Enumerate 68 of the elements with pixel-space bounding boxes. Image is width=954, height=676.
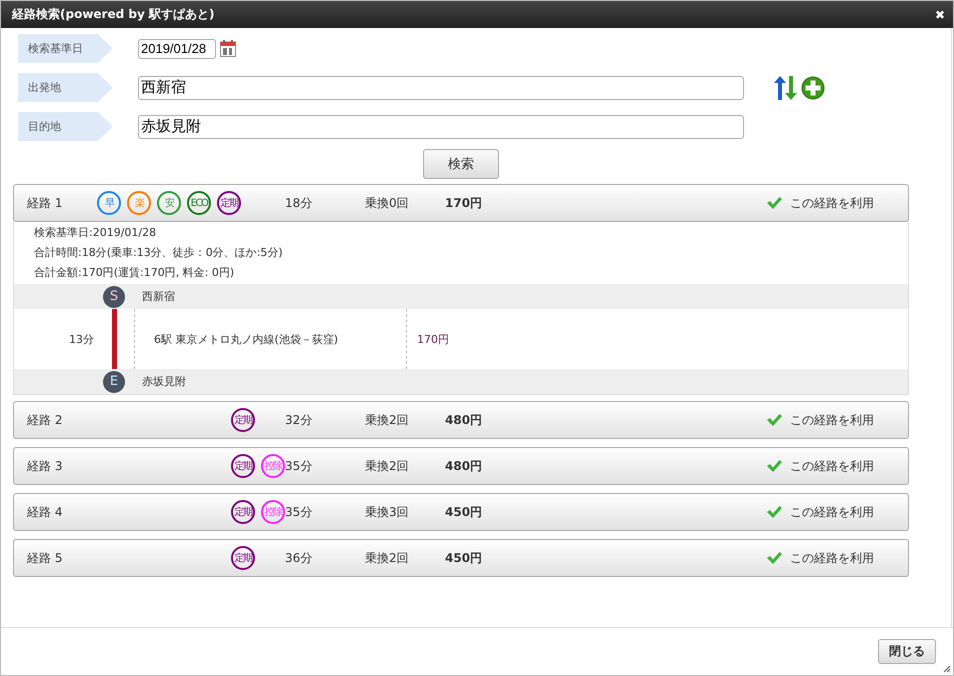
check-icon (767, 506, 782, 518)
calendar-icon[interactable] (220, 40, 236, 57)
check-icon (767, 552, 782, 564)
route-header[interactable]: 経路 1 早 楽 安 ECO 定期 18分 乗換0回 170円 この経路を利用 (13, 184, 909, 222)
route-name: 経路 1 (27, 194, 64, 212)
use-route-button[interactable]: この経路を利用 (767, 458, 874, 474)
route-header[interactable]: 経路 2 定期 32分 乗換2回 480円 この経路を利用 (13, 401, 909, 439)
route-time: 36分 (285, 550, 314, 566)
station-field[interactable]: 赤坂見附 (138, 114, 744, 138)
route-fare: 480円 (445, 458, 484, 474)
field-label: 検索基準日 (18, 34, 113, 63)
swap-arrows-icon[interactable] (774, 76, 797, 100)
route-fare: 170円 (445, 194, 484, 212)
transfer-count: 乗換2回 (365, 412, 410, 428)
route-tag: 定期 (231, 408, 255, 432)
route-name: 経路 2 (27, 412, 64, 428)
route-fare: 480円 (445, 412, 484, 428)
route-tag: 定期 (231, 546, 255, 570)
route-tag: 定期 (231, 500, 255, 524)
station-name: 赤坂見附 (142, 374, 186, 389)
transfer-count: 乗換2回 (365, 550, 410, 566)
route-header[interactable]: 経路 4 定期 控除 35分 乗換3回 450円 この経路を利用 (13, 493, 909, 531)
station-field[interactable]: 西新宿 (138, 76, 744, 100)
transfer-count: 乗換0回 (365, 194, 410, 212)
summary-line: 検索基準日:2019/01/28 (33, 225, 158, 241)
transfer-count: 乗換3回 (365, 504, 410, 520)
route-tag: 楽 (127, 191, 151, 215)
start-marker: S (103, 286, 125, 308)
route-tag: ECO (187, 191, 211, 215)
station-name: 西新宿 (142, 289, 175, 304)
route-fare: 450円 (445, 504, 484, 520)
end-marker: E (103, 370, 125, 392)
close-button[interactable]: ✖ (934, 8, 945, 22)
route-time: 35分 (285, 458, 314, 474)
date-field[interactable]: 2019/01/28 (138, 38, 216, 58)
check-icon (767, 197, 782, 209)
search-button[interactable]: 検索 (423, 149, 499, 179)
route-time: 18分 (285, 194, 314, 212)
add-icon[interactable] (801, 76, 825, 100)
check-icon (767, 414, 782, 426)
route-name: 経路 5 (27, 550, 64, 566)
check-icon (767, 460, 782, 472)
route-tag: 控除 (261, 500, 285, 524)
transfer-count: 乗換2回 (365, 458, 410, 474)
summary-line: 合計金額:170円(運賃:170円, 料金: 0円) (33, 265, 236, 281)
route-fare: 450円 (445, 550, 484, 566)
route-time: 32分 (285, 412, 314, 428)
use-route-button[interactable]: この経路を利用 (767, 412, 874, 428)
route-header[interactable]: 経路 3 定期 控除 35分 乗換2回 480円 この経路を利用 (13, 447, 909, 485)
field-label: 目的地 (18, 112, 113, 141)
route-name: 経路 4 (27, 504, 64, 520)
window-title: 経路検索(powered by 駅すぱあと) (12, 6, 214, 23)
close-dialog-button[interactable]: 閉じる (878, 639, 936, 664)
use-route-button[interactable]: この経路を利用 (767, 194, 874, 212)
use-route-button[interactable]: この経路を利用 (767, 550, 874, 566)
route-tag: 安 (157, 191, 181, 215)
resize-grip-icon[interactable] (943, 665, 951, 673)
route-time: 35分 (285, 504, 314, 520)
route-name: 経路 3 (27, 458, 64, 474)
use-route-button[interactable]: この経路を利用 (767, 504, 874, 520)
route-tag: 早 (97, 191, 121, 215)
summary-line: 合計時間:18分(乗車:13分、徒歩：0分、ほか:5分) (33, 245, 284, 261)
field-label: 出発地 (18, 73, 113, 102)
route-tag: 定期 (231, 454, 255, 478)
route-header[interactable]: 経路 5 定期 36分 乗換2回 450円 この経路を利用 (13, 539, 909, 577)
route-tag: 定期 (217, 191, 241, 215)
route-tag: 控除 (261, 454, 285, 478)
segment-time: 13分 (68, 332, 94, 346)
